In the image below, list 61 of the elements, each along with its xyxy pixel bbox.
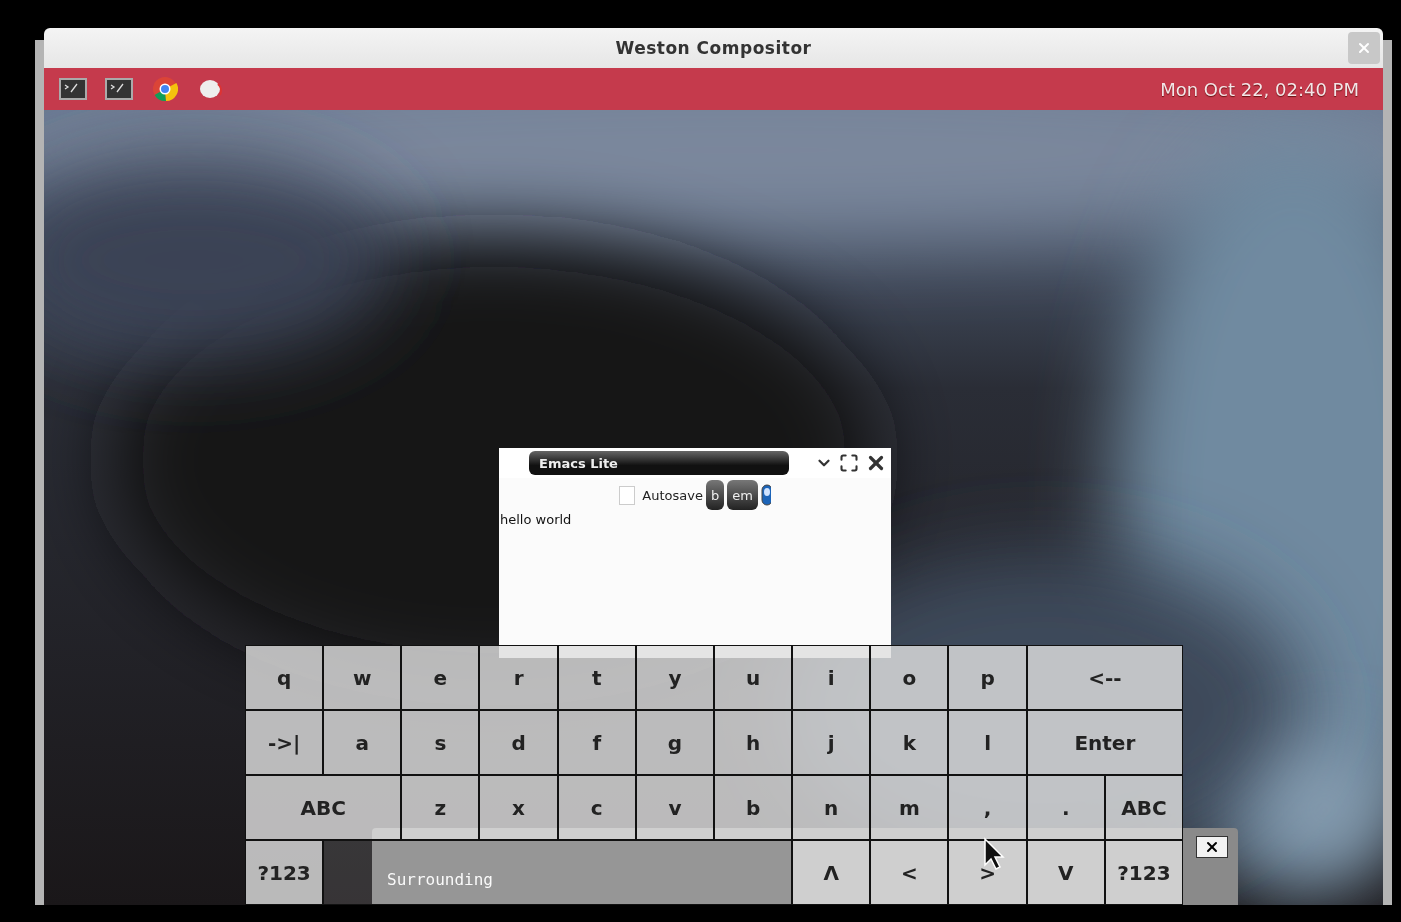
key[interactable]: ABC xyxy=(245,775,402,840)
flower-icon xyxy=(198,78,224,100)
key[interactable]: a xyxy=(323,710,402,775)
key[interactable]: s xyxy=(401,710,480,775)
key[interactable]: k xyxy=(870,710,949,775)
launcher-button[interactable] xyxy=(150,76,180,102)
toggle-icon[interactable] xyxy=(760,484,771,506)
key[interactable]: m xyxy=(870,775,949,840)
key[interactable]: Λ xyxy=(792,840,871,905)
key[interactable]: z xyxy=(401,775,480,840)
window-title: Weston Compositor xyxy=(615,38,812,58)
clock: Mon Oct 22, 02:40 PM xyxy=(1160,78,1359,100)
autosave-checkbox[interactable] xyxy=(619,485,636,505)
key[interactable]: ?123 xyxy=(245,840,324,905)
key[interactable]: v xyxy=(635,775,714,840)
launcher-button[interactable] xyxy=(58,76,88,102)
editor-text: hello world xyxy=(499,512,573,527)
key[interactable]: r xyxy=(479,645,558,710)
key[interactable]: > xyxy=(948,840,1027,905)
key[interactable]: j xyxy=(792,710,871,775)
key[interactable]: y xyxy=(635,645,714,710)
key[interactable]: g xyxy=(635,710,714,775)
key[interactable]: , xyxy=(948,775,1027,840)
key[interactable]: c xyxy=(557,775,636,840)
terminal-icon xyxy=(105,78,133,100)
key[interactable]: i xyxy=(792,645,871,710)
space-key[interactable] xyxy=(323,840,793,905)
key[interactable]: p xyxy=(948,645,1027,710)
key[interactable]: . xyxy=(1026,775,1105,840)
close-icon xyxy=(1204,839,1220,855)
key[interactable]: h xyxy=(714,710,793,775)
terminal-icon xyxy=(59,78,87,100)
key[interactable]: u xyxy=(714,645,793,710)
format-button[interactable]: em xyxy=(727,480,758,510)
key[interactable]: <-- xyxy=(1026,645,1183,710)
key[interactable]: d xyxy=(479,710,558,775)
key[interactable]: l xyxy=(948,710,1027,775)
key[interactable]: x xyxy=(479,775,558,840)
chrome-icon xyxy=(152,76,178,102)
key[interactable]: V xyxy=(1026,840,1105,905)
key[interactable]: q xyxy=(245,645,324,710)
key[interactable]: e xyxy=(401,645,480,710)
key[interactable]: w xyxy=(323,645,402,710)
close-icon xyxy=(1356,40,1372,56)
key[interactable]: ?123 xyxy=(1104,840,1183,905)
key[interactable]: < xyxy=(870,840,949,905)
key[interactable]: Enter xyxy=(1026,710,1183,775)
key[interactable]: ->| xyxy=(245,710,324,775)
autosave-label: Autosave xyxy=(642,487,703,503)
format-button[interactable]: b xyxy=(705,480,725,510)
close-button[interactable] xyxy=(1196,836,1228,858)
key[interactable]: o xyxy=(870,645,949,710)
editor-title: Emacs Lite xyxy=(529,451,789,475)
key[interactable]: n xyxy=(792,775,871,840)
key[interactable]: ABC xyxy=(1104,775,1183,840)
maximize-icon[interactable] xyxy=(839,453,859,473)
key[interactable]: t xyxy=(557,645,636,710)
terminal-text: Surrounding xyxy=(387,870,493,889)
key[interactable]: b xyxy=(714,775,793,840)
key[interactable]: f xyxy=(557,710,636,775)
launcher-button[interactable] xyxy=(104,76,134,102)
